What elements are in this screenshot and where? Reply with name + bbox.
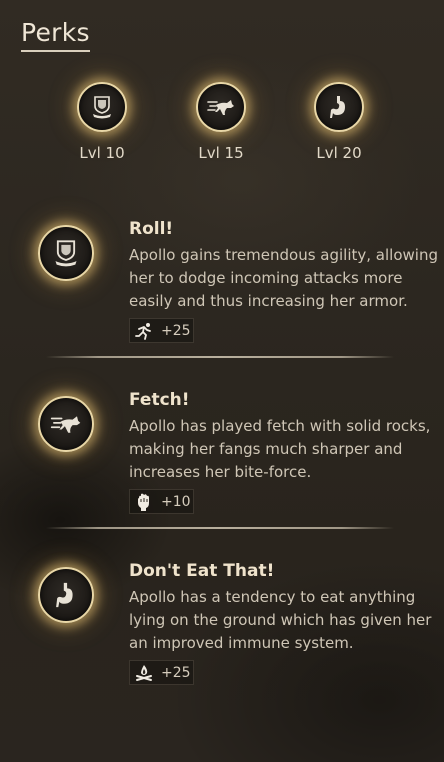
perk-name: Don't Eat That! (129, 561, 275, 581)
divider (46, 527, 394, 529)
perk-bonus-badge: +25 (129, 318, 194, 343)
perk-bonus-badge: +10 (129, 489, 194, 514)
perk-description: Apollo has played fetch with solid rocks… (129, 417, 431, 481)
shield-icon (55, 240, 77, 267)
running-wolf-icon (50, 416, 81, 433)
tier-orb[interactable] (196, 82, 246, 132)
running-wolf-icon (207, 100, 234, 115)
divider (46, 356, 394, 358)
sprint-icon (134, 321, 154, 341)
perk-name: Fetch! (129, 390, 190, 410)
tier-lvl-20[interactable]: Lvl 20 (294, 80, 384, 162)
perk-orb[interactable] (38, 567, 94, 623)
perks-title: Perks (21, 18, 90, 52)
perk-bonus-value: +25 (161, 322, 191, 339)
shield-icon (93, 96, 111, 119)
perk-orb[interactable] (38, 396, 94, 452)
perk-description: Apollo has a tendency to eat anything ly… (129, 588, 432, 652)
tier-label: Lvl 20 (316, 144, 362, 162)
stomach-icon (330, 96, 345, 118)
tier-label: Lvl 10 (79, 144, 125, 162)
perk-description: Apollo gains tremendous agility, allowin… (129, 246, 438, 310)
tier-lvl-15[interactable]: Lvl 15 (176, 80, 266, 162)
perk-bonus-value: +25 (161, 664, 191, 681)
stomach-icon (56, 582, 73, 608)
tier-orb[interactable] (77, 82, 127, 132)
campfire-icon (134, 663, 154, 683)
tier-orb[interactable] (314, 82, 364, 132)
perk-name: Roll! (129, 219, 174, 239)
tier-lvl-10[interactable]: Lvl 10 (57, 80, 147, 162)
tier-label: Lvl 15 (198, 144, 244, 162)
fist-icon (134, 492, 154, 512)
perk-orb[interactable] (38, 225, 94, 281)
perk-bonus-value: +10 (161, 493, 191, 510)
perk-bonus-badge: +25 (129, 660, 194, 685)
